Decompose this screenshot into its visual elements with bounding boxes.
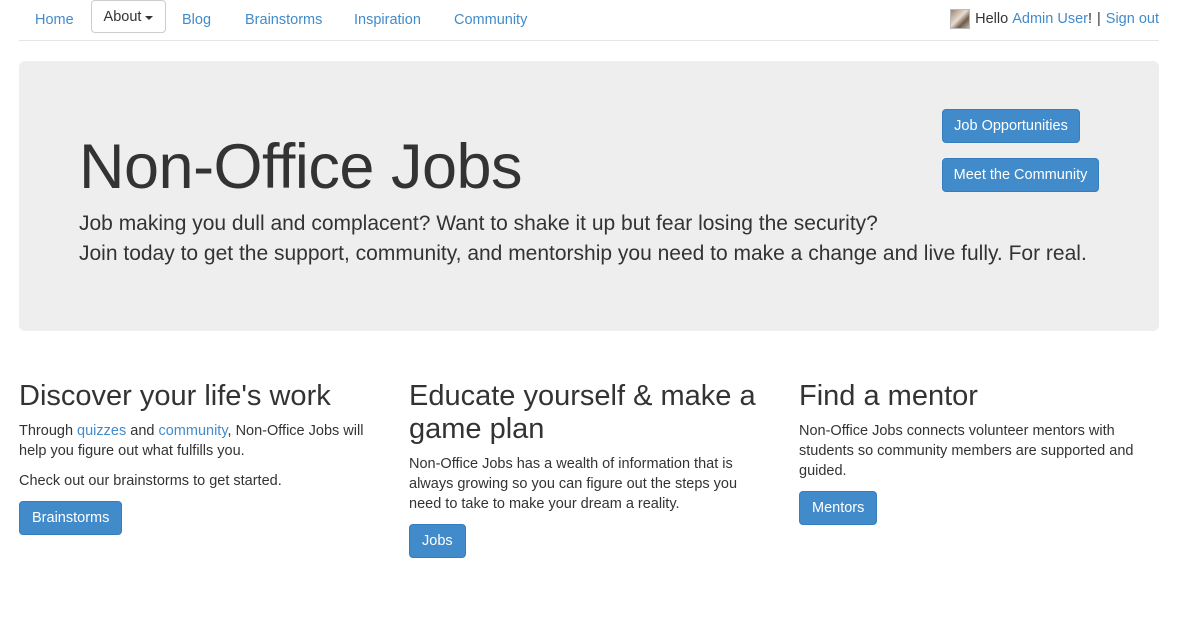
nav-community-link[interactable]: Community bbox=[454, 12, 527, 28]
top-navbar: Home About Blog Brainstorms Inspiration … bbox=[19, 0, 1159, 41]
discover-column: Discover your life's work Through quizze… bbox=[19, 380, 379, 535]
discover-text: Through quizzes and community, Non-Offic… bbox=[19, 421, 379, 461]
nav-about-dropdown[interactable]: About bbox=[91, 0, 166, 33]
meet-community-button[interactable]: Meet the Community bbox=[942, 158, 1099, 192]
exclaim-text: ! bbox=[1087, 11, 1092, 27]
sign-out-link[interactable]: Sign out bbox=[1106, 11, 1159, 27]
discover-heading: Discover your life's work bbox=[19, 380, 331, 412]
job-opportunities-button[interactable]: Job Opportunities bbox=[942, 109, 1080, 143]
nav-home-link[interactable]: Home bbox=[35, 12, 74, 28]
mentor-column: Find a mentor Non-Office Jobs connects v… bbox=[799, 380, 1159, 525]
mentor-heading: Find a mentor bbox=[799, 380, 978, 412]
brainstorms-button[interactable]: Brainstorms bbox=[19, 501, 123, 535]
hello-text: Hello bbox=[975, 11, 1009, 27]
caret-down-icon bbox=[145, 15, 154, 20]
nav-inspiration-link[interactable]: Inspiration bbox=[354, 12, 421, 28]
educate-heading: Educate yourself & make a game plan bbox=[409, 380, 756, 445]
user-area: Hello Admin User! | Sign out bbox=[950, 9, 1159, 29]
educate-text: Non-Office Jobs has a wealth of informat… bbox=[409, 456, 738, 512]
discover-text-pre: Through bbox=[19, 423, 74, 439]
nav-brainstorms-link[interactable]: Brainstorms bbox=[245, 12, 322, 28]
mentor-text: Non-Office Jobs connects volunteer mento… bbox=[799, 423, 1134, 479]
nav-blog-link[interactable]: Blog bbox=[182, 12, 211, 28]
separator: | bbox=[1097, 11, 1101, 27]
community-link[interactable]: community bbox=[158, 423, 227, 439]
hero-jumbotron: Non-Office Jobs Job making you dull and … bbox=[19, 61, 1159, 331]
hero-tagline-2: Join today to get the support, community… bbox=[79, 242, 1087, 265]
educate-column: Educate yourself & make a game plan Non-… bbox=[409, 380, 769, 558]
mentors-button[interactable]: Mentors bbox=[799, 491, 878, 525]
discover-cta-text: Check out our brainstorms to get started… bbox=[19, 473, 282, 489]
hero-tagline-1: Job making you dull and complacent? Want… bbox=[79, 212, 878, 235]
discover-text-and: and bbox=[130, 423, 155, 439]
avatar bbox=[950, 9, 971, 29]
quizzes-link[interactable]: quizzes bbox=[77, 423, 126, 439]
user-name-link[interactable]: Admin User bbox=[1012, 11, 1088, 27]
nav-about-label: About bbox=[103, 8, 142, 25]
jobs-button[interactable]: Jobs bbox=[409, 524, 466, 558]
hero-title: Non-Office Jobs bbox=[79, 132, 523, 202]
